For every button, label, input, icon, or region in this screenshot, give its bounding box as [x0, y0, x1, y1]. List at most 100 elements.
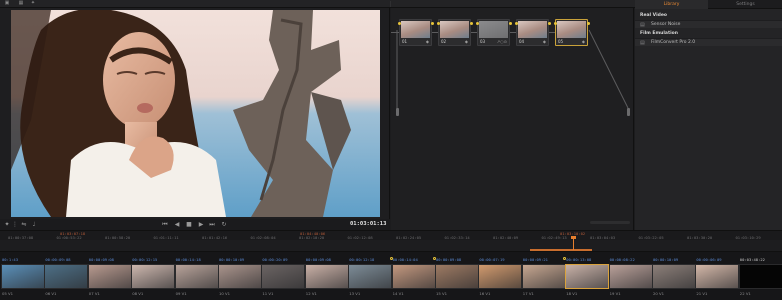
clip-number: 21 V1 [696, 291, 708, 296]
clip-timecode: 00:03:48:22 [739, 257, 765, 262]
video-frame[interactable] [11, 10, 380, 217]
clip-06[interactable]: 00:00:09:08 06 V1 [44, 255, 89, 299]
clip-timecode: 00:00:07:19 [479, 257, 505, 262]
split-icon[interactable]: ⋮ [11, 221, 19, 228]
viewer-timecode: 01:03:01:13 [350, 221, 387, 227]
viewer-layout-icon[interactable]: ▣ [4, 1, 10, 6]
clip-thumbnail [565, 264, 610, 289]
node-editor[interactable]: 01 ◆ 02 ◆ 03 ↗○⊙ 04 ◆ 05 ◆ [391, 8, 634, 230]
clip-19[interactable]: 00:00:08:22 19 V1 [608, 255, 653, 299]
clip-08[interactable]: 00:00:12:15 08 V1 [131, 255, 176, 299]
clip-number: 18 V1 [566, 291, 578, 296]
category-real-video: Real Video [640, 13, 667, 18]
clip-09[interactable]: 00:00:14:18 09 V1 [174, 255, 219, 299]
library-panel: Library Settings Real Video ▤ Sensor Noi… [635, 0, 782, 230]
skip-end-icon[interactable]: ⏭ [208, 221, 216, 228]
clip-number: 08 V1 [132, 291, 144, 296]
clip-number: 16 V1 [479, 291, 491, 296]
video-image [11, 10, 380, 217]
clip-number: 15 V1 [436, 291, 448, 296]
toolbar-divider [390, 1, 391, 7]
clip-05[interactable]: 00:1:43 05 V1 [1, 255, 45, 299]
clip-number: 14 V1 [392, 291, 404, 296]
clip-timecode: 00:00:10:09 [653, 257, 679, 262]
clip-timecode: 00:00:12:15 [132, 257, 158, 262]
clip-13[interactable]: 00:00:12:18 13 V1 [348, 255, 393, 299]
clip-timecode: 00:00:08:22 [609, 257, 635, 262]
clip-11[interactable]: 00:00:20:09 11 V1 [261, 255, 306, 299]
clip-number: 11 V1 [262, 291, 274, 296]
clip-timecode: 00:00:06:09 [696, 257, 722, 262]
grid-view-icon[interactable]: ▦ [18, 1, 24, 6]
clip-10[interactable]: 00:00:10:09 10 V1 [218, 255, 262, 299]
clip-flag-icon [433, 257, 436, 260]
clip-timecode: 00:1:43 [2, 257, 19, 262]
clip-thumbnail [304, 264, 349, 289]
highlight-icon[interactable]: ✦ [30, 1, 36, 6]
play-icon[interactable]: ▶ [197, 221, 205, 228]
clip-flag-icon [389, 257, 393, 260]
clip-21[interactable]: 00:00:06:09 21 V1 [695, 255, 740, 299]
effect-icon: ▤ [640, 22, 645, 28]
library-item-sensor-noise[interactable]: ▤ Sensor Noise [635, 20, 782, 28]
clip-number: 19 V1 [609, 291, 621, 296]
clip-thumbnail [738, 264, 782, 289]
clip-number: 13 V1 [349, 291, 361, 296]
clip-timecode: 00:00:14:18 [175, 257, 201, 262]
node-scrollbar[interactable] [590, 221, 630, 224]
clip-timecode: 00:00:09:21 [522, 257, 548, 262]
clip-timecode: 00:00:10:09 [219, 257, 245, 262]
clip-strip: 00:1:43 05 V1 00:00:09:08 06 V1 00:00:09:08 0… [0, 252, 782, 300]
shuffle-icon[interactable]: ⇋ [20, 221, 28, 228]
playhead[interactable] [573, 238, 574, 250]
library-tabs: Library Settings [635, 0, 782, 9]
clip-timecode: 00:00:14:04 [392, 257, 418, 262]
clip-12[interactable]: 00:00:09:08 12 V1 [304, 255, 349, 299]
clip-thumbnail [131, 264, 176, 289]
clip-timecode: 00:00:13:08 [566, 257, 592, 262]
library-item-label: FilmConvert Pro 2.0 [651, 40, 696, 45]
clip-14[interactable]: 00:00:14:04 14 V1 [389, 255, 436, 299]
step-back-icon[interactable]: ◀ [173, 221, 181, 228]
tab-settings[interactable]: Settings [709, 0, 782, 9]
clip-thumbnail [478, 264, 523, 289]
skip-start-icon[interactable]: ⏮ [161, 221, 169, 228]
node-wires [396, 29, 629, 109]
library-item-filmconvert[interactable]: ▤ FilmConvert Pro 2.0 [635, 38, 782, 46]
mini-timeline[interactable] [0, 240, 782, 252]
loop-icon[interactable]: ↻ [220, 221, 228, 228]
clip-22[interactable]: 00:03:48:22 22 V1 [738, 255, 782, 299]
clip-thumbnail [1, 264, 45, 289]
clip-20[interactable]: 00:00:10:09 20 V1 [652, 255, 696, 299]
clip-17[interactable]: 00:00:09:21 17 V1 [521, 255, 566, 299]
timeline-range [530, 249, 592, 251]
ruler-marker-timecode: 01:04:40:06 [300, 231, 326, 236]
clip-number: 06 V1 [45, 291, 57, 296]
stop-icon[interactable]: ■ [185, 221, 193, 228]
clip-thumbnail [174, 264, 219, 289]
clip-thumbnail [608, 264, 653, 289]
picker-icon[interactable]: ✦ [3, 221, 11, 228]
clip-thumbnail [218, 264, 262, 289]
audio-icon[interactable]: ♩ [30, 221, 38, 228]
clip-number: 12 V1 [305, 291, 317, 296]
clip-16[interactable]: 00:00:07:19 16 V1 [478, 255, 523, 299]
clip-thumbnail [87, 264, 132, 289]
clip-number: 17 V1 [522, 291, 534, 296]
clip-number: 10 V1 [219, 291, 231, 296]
clip-timecode: 00:00:09:08 [45, 257, 71, 262]
clip-timecode: 00:00:09:08 [305, 257, 331, 262]
clip-15[interactable]: 00:00:09:08 15 V1 [433, 255, 479, 299]
clip-thumbnail [435, 264, 479, 289]
clip-number: 22 V1 [739, 291, 751, 296]
clip-timecode: 00:00:09:08 [88, 257, 114, 262]
clip-07[interactable]: 00:00:09:08 07 V1 [87, 255, 132, 299]
ruler-marker-timecode: 01:03:07:18 [60, 231, 86, 236]
clip-number: 20 V1 [653, 291, 665, 296]
tab-library[interactable]: Library [635, 0, 708, 9]
timeline-ruler[interactable]: 01:00:37:08 01:00:53:22 01:00:58:20 01:01:1… [0, 230, 782, 240]
clip-thumbnail [261, 264, 306, 289]
clip-18[interactable]: 00:00:13:08 18 V1 [563, 255, 610, 299]
clip-thumbnail [652, 264, 696, 289]
viewer-controls: ✦ ⋮ ⇋ ♩ ⏮ ◀ ■ ▶ ⏭ ↻ 01:03:01:13 [0, 219, 390, 230]
